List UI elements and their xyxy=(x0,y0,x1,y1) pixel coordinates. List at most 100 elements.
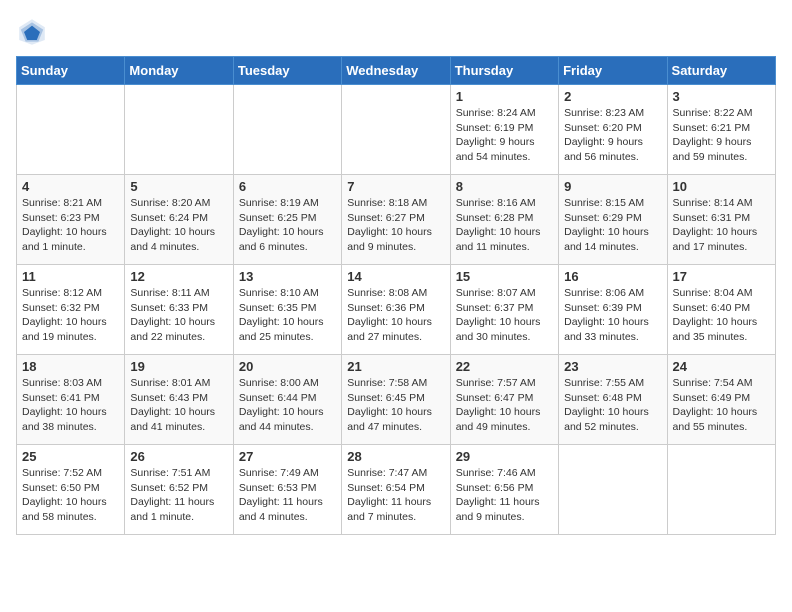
header-cell-saturday: Saturday xyxy=(667,57,775,85)
day-cell: 23 Sunrise: 7:55 AM Sunset: 6:48 PM Dayli… xyxy=(559,355,667,445)
day-cell: 17 Sunrise: 8:04 AM Sunset: 6:40 PM Dayli… xyxy=(667,265,775,355)
day-number: 11 xyxy=(22,269,119,284)
day-info: Sunrise: 8:24 AM Sunset: 6:19 PM Dayligh… xyxy=(456,106,553,165)
day-number: 5 xyxy=(130,179,227,194)
day-info: Sunrise: 8:16 AM Sunset: 6:28 PM Dayligh… xyxy=(456,196,553,255)
day-cell: 22 Sunrise: 7:57 AM Sunset: 6:47 PM Dayli… xyxy=(450,355,558,445)
day-info: Sunrise: 8:21 AM Sunset: 6:23 PM Dayligh… xyxy=(22,196,119,255)
day-info: Sunrise: 8:01 AM Sunset: 6:43 PM Dayligh… xyxy=(130,376,227,435)
day-cell: 19 Sunrise: 8:01 AM Sunset: 6:43 PM Dayli… xyxy=(125,355,233,445)
day-info: Sunrise: 7:51 AM Sunset: 6:52 PM Dayligh… xyxy=(130,466,227,525)
calendar-table: SundayMondayTuesdayWednesdayThursdayFrid… xyxy=(16,56,776,535)
week-row-4: 25Sunrise: 7:52 AM Sunset: 6:50 PM Dayli… xyxy=(17,445,776,535)
day-number: 8 xyxy=(456,179,553,194)
header-cell-monday: Monday xyxy=(125,57,233,85)
day-info: Sunrise: 7:58 AM Sunset: 6:45 PM Dayligh… xyxy=(347,376,444,435)
day-number: 17 xyxy=(673,269,770,284)
day-number: 14 xyxy=(347,269,444,284)
day-cell xyxy=(17,85,125,175)
day-number: 20 xyxy=(239,359,336,374)
day-number: 26 xyxy=(130,449,227,464)
day-number: 9 xyxy=(564,179,661,194)
day-number: 12 xyxy=(130,269,227,284)
day-number: 22 xyxy=(456,359,553,374)
day-info: Sunrise: 7:57 AM Sunset: 6:47 PM Dayligh… xyxy=(456,376,553,435)
calendar-header: SundayMondayTuesdayWednesdayThursdayFrid… xyxy=(17,57,776,85)
day-cell: 14Sunrise: 8:08 AM Sunset: 6:36 PM Dayli… xyxy=(342,265,450,355)
week-row-2: 11 Sunrise: 8:12 AM Sunset: 6:32 PM Dayli… xyxy=(17,265,776,355)
day-number: 18 xyxy=(22,359,119,374)
week-row-1: 4 Sunrise: 8:21 AM Sunset: 6:23 PM Daylig… xyxy=(17,175,776,265)
day-cell: 29 Sunrise: 7:46 AM Sunset: 6:56 PM Dayli… xyxy=(450,445,558,535)
day-info: Sunrise: 7:49 AM Sunset: 6:53 PM Dayligh… xyxy=(239,466,336,525)
header-row: SundayMondayTuesdayWednesdayThursdayFrid… xyxy=(17,57,776,85)
day-cell xyxy=(667,445,775,535)
day-cell xyxy=(125,85,233,175)
day-info: Sunrise: 8:19 AM Sunset: 6:25 PM Dayligh… xyxy=(239,196,336,255)
day-number: 24 xyxy=(673,359,770,374)
day-info: Sunrise: 8:03 AM Sunset: 6:41 PM Dayligh… xyxy=(22,376,119,435)
day-number: 7 xyxy=(347,179,444,194)
day-info: Sunrise: 7:46 AM Sunset: 6:56 PM Dayligh… xyxy=(456,466,553,525)
day-info: Sunrise: 8:23 AM Sunset: 6:20 PM Dayligh… xyxy=(564,106,661,165)
day-info: Sunrise: 7:47 AM Sunset: 6:54 PM Dayligh… xyxy=(347,466,444,525)
day-info: Sunrise: 8:04 AM Sunset: 6:40 PM Dayligh… xyxy=(673,286,770,345)
day-info: Sunrise: 8:11 AM Sunset: 6:33 PM Dayligh… xyxy=(130,286,227,345)
header xyxy=(16,16,776,48)
day-cell xyxy=(559,445,667,535)
day-cell: 16 Sunrise: 8:06 AM Sunset: 6:39 PM Dayli… xyxy=(559,265,667,355)
day-cell: 9 Sunrise: 8:15 AM Sunset: 6:29 PM Daylig… xyxy=(559,175,667,265)
day-number: 13 xyxy=(239,269,336,284)
day-cell: 4 Sunrise: 8:21 AM Sunset: 6:23 PM Daylig… xyxy=(17,175,125,265)
day-cell: 25Sunrise: 7:52 AM Sunset: 6:50 PM Dayli… xyxy=(17,445,125,535)
week-row-3: 18 Sunrise: 8:03 AM Sunset: 6:41 PM Dayli… xyxy=(17,355,776,445)
day-info: Sunrise: 8:20 AM Sunset: 6:24 PM Dayligh… xyxy=(130,196,227,255)
header-cell-tuesday: Tuesday xyxy=(233,57,341,85)
calendar-body: 1 Sunrise: 8:24 AM Sunset: 6:19 PM Daylig… xyxy=(17,85,776,535)
day-info: Sunrise: 8:10 AM Sunset: 6:35 PM Dayligh… xyxy=(239,286,336,345)
header-cell-sunday: Sunday xyxy=(17,57,125,85)
day-info: Sunrise: 7:55 AM Sunset: 6:48 PM Dayligh… xyxy=(564,376,661,435)
day-number: 27 xyxy=(239,449,336,464)
day-cell: 3 Sunrise: 8:22 AM Sunset: 6:21 PM Daylig… xyxy=(667,85,775,175)
day-cell: 8 Sunrise: 8:16 AM Sunset: 6:28 PM Daylig… xyxy=(450,175,558,265)
logo-icon xyxy=(16,16,48,48)
day-number: 15 xyxy=(456,269,553,284)
day-info: Sunrise: 8:14 AM Sunset: 6:31 PM Dayligh… xyxy=(673,196,770,255)
day-info: Sunrise: 8:15 AM Sunset: 6:29 PM Dayligh… xyxy=(564,196,661,255)
day-number: 29 xyxy=(456,449,553,464)
day-info: Sunrise: 8:07 AM Sunset: 6:37 PM Dayligh… xyxy=(456,286,553,345)
day-cell: 1 Sunrise: 8:24 AM Sunset: 6:19 PM Daylig… xyxy=(450,85,558,175)
header-cell-thursday: Thursday xyxy=(450,57,558,85)
day-info: Sunrise: 8:06 AM Sunset: 6:39 PM Dayligh… xyxy=(564,286,661,345)
day-number: 28 xyxy=(347,449,444,464)
day-number: 3 xyxy=(673,89,770,104)
day-info: Sunrise: 8:18 AM Sunset: 6:27 PM Dayligh… xyxy=(347,196,444,255)
day-info: Sunrise: 7:54 AM Sunset: 6:49 PM Dayligh… xyxy=(673,376,770,435)
day-cell: 7 Sunrise: 8:18 AM Sunset: 6:27 PM Daylig… xyxy=(342,175,450,265)
day-cell: 21 Sunrise: 7:58 AM Sunset: 6:45 PM Dayli… xyxy=(342,355,450,445)
day-cell: 26 Sunrise: 7:51 AM Sunset: 6:52 PM Dayli… xyxy=(125,445,233,535)
header-cell-friday: Friday xyxy=(559,57,667,85)
day-number: 23 xyxy=(564,359,661,374)
week-row-0: 1 Sunrise: 8:24 AM Sunset: 6:19 PM Daylig… xyxy=(17,85,776,175)
day-cell xyxy=(233,85,341,175)
logo xyxy=(16,16,52,48)
day-number: 16 xyxy=(564,269,661,284)
day-cell: 5 Sunrise: 8:20 AM Sunset: 6:24 PM Daylig… xyxy=(125,175,233,265)
day-number: 21 xyxy=(347,359,444,374)
day-number: 4 xyxy=(22,179,119,194)
day-cell: 28 Sunrise: 7:47 AM Sunset: 6:54 PM Dayli… xyxy=(342,445,450,535)
day-number: 2 xyxy=(564,89,661,104)
day-cell: 2 Sunrise: 8:23 AM Sunset: 6:20 PM Daylig… xyxy=(559,85,667,175)
day-number: 19 xyxy=(130,359,227,374)
day-number: 1 xyxy=(456,89,553,104)
day-info: Sunrise: 8:12 AM Sunset: 6:32 PM Dayligh… xyxy=(22,286,119,345)
day-number: 25 xyxy=(22,449,119,464)
day-cell: 27 Sunrise: 7:49 AM Sunset: 6:53 PM Dayli… xyxy=(233,445,341,535)
day-cell: 11 Sunrise: 8:12 AM Sunset: 6:32 PM Dayli… xyxy=(17,265,125,355)
day-number: 6 xyxy=(239,179,336,194)
day-info: Sunrise: 8:22 AM Sunset: 6:21 PM Dayligh… xyxy=(673,106,770,165)
day-cell: 20Sunrise: 8:00 AM Sunset: 6:44 PM Dayli… xyxy=(233,355,341,445)
day-cell: 18 Sunrise: 8:03 AM Sunset: 6:41 PM Dayli… xyxy=(17,355,125,445)
